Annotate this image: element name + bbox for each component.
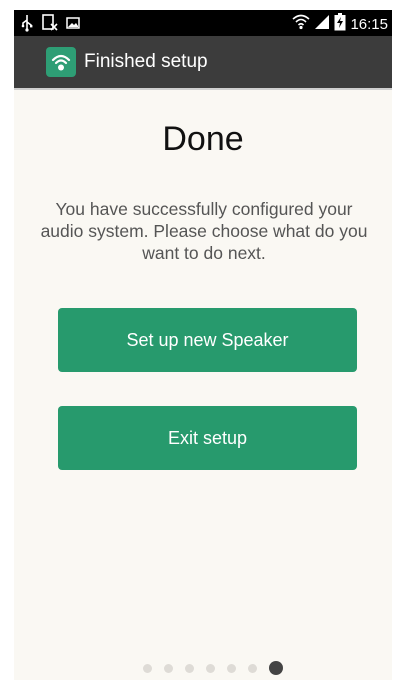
battery-charging-icon — [334, 13, 346, 36]
page-indicator — [14, 661, 392, 675]
exit-setup-button[interactable]: Exit setup — [58, 406, 357, 470]
setup-new-speaker-button[interactable]: Set up new Speaker — [58, 308, 357, 372]
page-dot — [227, 663, 236, 673]
signal-icon — [314, 14, 330, 35]
action-bar-title: Finished setup — [84, 51, 208, 72]
phone-screen: 16:15 Finished setup Done You have succe… — [14, 10, 392, 680]
page-dot — [143, 663, 152, 673]
image-icon — [66, 16, 80, 35]
page-dot — [185, 663, 194, 673]
completion-message: You have successfully configured your au… — [40, 199, 368, 263]
status-left-icons — [20, 14, 80, 37]
main-content: Done You have successfully configured yo… — [14, 90, 392, 680]
page-dot — [248, 663, 257, 673]
status-time: 16:15 — [350, 16, 388, 33]
usb-icon — [20, 14, 34, 37]
page-dot-active — [269, 661, 283, 675]
page-title: Done — [162, 120, 244, 158]
wifi-icon — [292, 14, 310, 35]
status-bar: 16:15 — [14, 10, 392, 36]
page-dot — [206, 663, 215, 673]
action-bar: Finished setup — [14, 36, 392, 90]
status-right-icons: 16:15 — [292, 13, 388, 36]
no-sim-icon — [42, 14, 58, 37]
speaker-wifi-app-icon[interactable] — [46, 47, 76, 77]
page-dot — [164, 663, 173, 673]
